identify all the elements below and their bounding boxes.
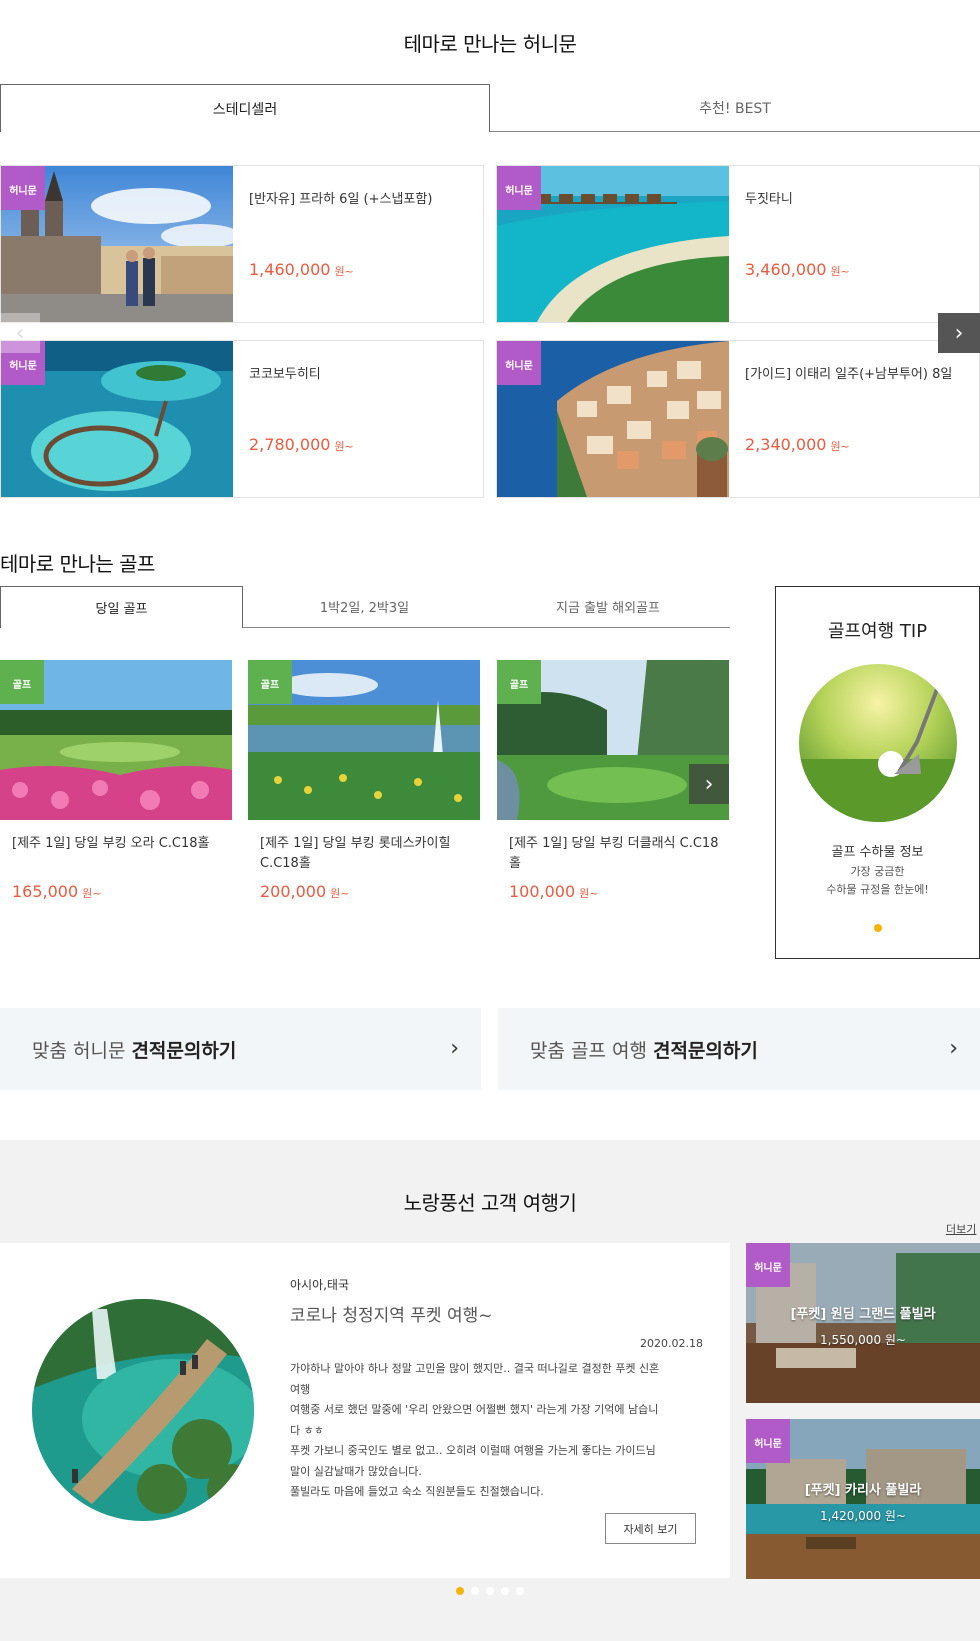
golf-tip-title: 골프여행 TIP [827,621,928,642]
product-image: 허니문 [1,166,233,322]
review-image [32,1299,254,1521]
tab-day-golf[interactable]: 당일 골프 [0,586,243,628]
golf-badge: 골프 [0,660,44,704]
review-more-link[interactable]: 더보기 [946,1221,976,1237]
golf-badge: 골프 [248,660,292,704]
product-price: 1,460,000 원~ [249,260,354,279]
golf-product-card[interactable]: 골프 › [제주 1일] 당일 부킹 더클래식 C.C18홀 100,000 원~ [497,660,729,910]
review-pagination-dot[interactable] [456,1587,464,1595]
product-price: 200,000 원~ [260,882,350,901]
golf-product-card[interactable]: 골프 [제주 1일] 당일 부킹 오라 C.C18홀 165,000 원~ [0,660,232,910]
product-price: 2,780,000 원~ [249,435,354,454]
product-name: [제주 1일] 당일 부킹 더클래식 C.C18홀 [509,836,719,871]
review-side-card[interactable]: 허니문 [푸켓] 원딤 그랜드 풀빌라 1,550,000 원~ [746,1243,980,1403]
honeymoon-badge: 허니문 [497,341,541,385]
honeymoon-product-card[interactable]: 허니문 코코보두히티 2,780,000 원~ [0,340,484,498]
golf-tip-subtitle: 골프 수하물 정보 [831,845,924,860]
review-region: 아시아,태국 [290,1278,350,1292]
golf-tip-line1: 가장 궁금한 [850,865,905,878]
review-pagination-dot[interactable] [486,1587,494,1595]
product-name: [가이드] 이태리 일주(+남부투어) 8일 [745,367,953,382]
review-pagination-dot[interactable] [516,1587,524,1595]
honeymoon-product-card[interactable]: 허니문 [가이드] 이태리 일주(+남부투어) 8일 2,340,000 원~ [496,340,980,498]
product-price: 165,000 원~ [12,882,102,901]
carousel-next-button[interactable]: › [938,313,980,353]
side-card-price: 1,420,000 원~ [820,1509,906,1523]
golf-tip-box[interactable]: 골프여행 TIP 골프 수하물 정보 가장 궁금한 수하물 규정을 한눈에! [775,586,980,959]
honeymoon-badge: 허니문 [746,1419,790,1463]
product-name: [제주 1일] 당일 부킹 롯데스카이힐 C.C18홀 [260,836,451,871]
honeymoon-section-title: 테마로 만나는 허니문 [403,32,577,56]
honeymoon-badge: 허니문 [1,166,45,210]
golf-next-button[interactable]: › [689,764,729,804]
tab-steady-seller[interactable]: 스테디셀러 [0,84,490,132]
chevron-right-icon: › [954,320,964,346]
review-side-card[interactable]: 허니문 [푸켓] 카리사 풀빌라 1,420,000 원~ [746,1419,980,1579]
side-card-name: [푸켓] 원딤 그랜드 풀빌라 [790,1307,936,1322]
product-image: 허니문 [1,341,233,497]
honeymoon-badge: 허니문 [497,166,541,210]
side-card-price: 1,550,000 원~ [820,1333,906,1347]
product-image: 허니문 [497,166,729,322]
tab-recommend-best[interactable]: 추천! BEST [490,84,980,132]
honeymoon-badge: 허니문 [746,1243,790,1287]
honeymoon-product-card[interactable]: 허니문 두짓타니 3,460,000 원~ [496,165,980,323]
product-price: 100,000 원~ [509,882,599,901]
product-name: 코코보두히티 [249,367,321,382]
review-date: 2020.02.18 [640,1337,703,1350]
tab-overseas-golf[interactable]: 지금 출발 해외골프 [486,586,730,628]
review-detail-button[interactable]: 자세히 보기 [605,1513,696,1544]
honeymoon-inquiry-banner[interactable]: 맞춤 허니문 견적문의하기 › [0,1008,481,1090]
product-image: 골프 [248,660,480,820]
product-image: 골프 [0,660,232,820]
golf-section-title: 테마로 만나는 골프 [0,552,155,576]
chevron-right-icon: › [949,1036,958,1061]
side-card-name: [푸켓] 카리사 풀빌라 [804,1483,922,1498]
review-body: 가야하나 말아야 하나 정말 고민을 많이 했지만.. 결국 떠나길로 결정한 … [290,1362,660,1498]
product-name: 두짓타니 [745,192,793,207]
product-price: 2,340,000 원~ [745,435,850,454]
golf-badge: 골프 [497,660,541,704]
chevron-right-icon: › [450,1036,459,1061]
chevron-right-icon: › [704,771,714,797]
honeymoon-product-card[interactable]: 허니문 [반자유] 프라하 6일 (+스냅포함) 1,460,000 원~ [0,165,484,323]
tab-overnight-golf[interactable]: 1박2일, 2박3일 [243,586,486,628]
product-name: [반자유] 프라하 6일 (+스냅포함) [249,192,433,207]
golf-tip-line2: 수하물 규정을 한눈에! [826,883,929,896]
carousel-prev-button[interactable]: ‹ [0,313,40,353]
product-price: 3,460,000 원~ [745,260,850,279]
product-image: 허니문 [497,341,729,497]
golf-inquiry-banner[interactable]: 맞춤 골프 여행 견적문의하기 › [498,1008,980,1090]
review-pagination-dot[interactable] [471,1587,479,1595]
golf-product-card[interactable]: 골프 [제주 1일] 당일 부킹 롯데스카이힐 C.C18홀 200,000 원~ [248,660,480,910]
review-card[interactable]: 아시아,태국 코로나 청정지역 푸켓 여행~ 2020.02.18 가야하나 말… [0,1243,730,1578]
product-name: [제주 1일] 당일 부킹 오라 C.C18홀 [12,836,210,851]
review-pagination-dot[interactable] [501,1587,509,1595]
review-headline: 코로나 청정지역 푸켓 여행~ [290,1306,493,1326]
review-section-title: 노랑풍선 고객 여행기 [403,1191,577,1215]
golf-tip-pagination-dot[interactable] [874,924,882,932]
product-image: 골프 › [497,660,729,820]
chevron-left-icon: ‹ [15,320,25,346]
golf-tip-image [799,664,957,822]
